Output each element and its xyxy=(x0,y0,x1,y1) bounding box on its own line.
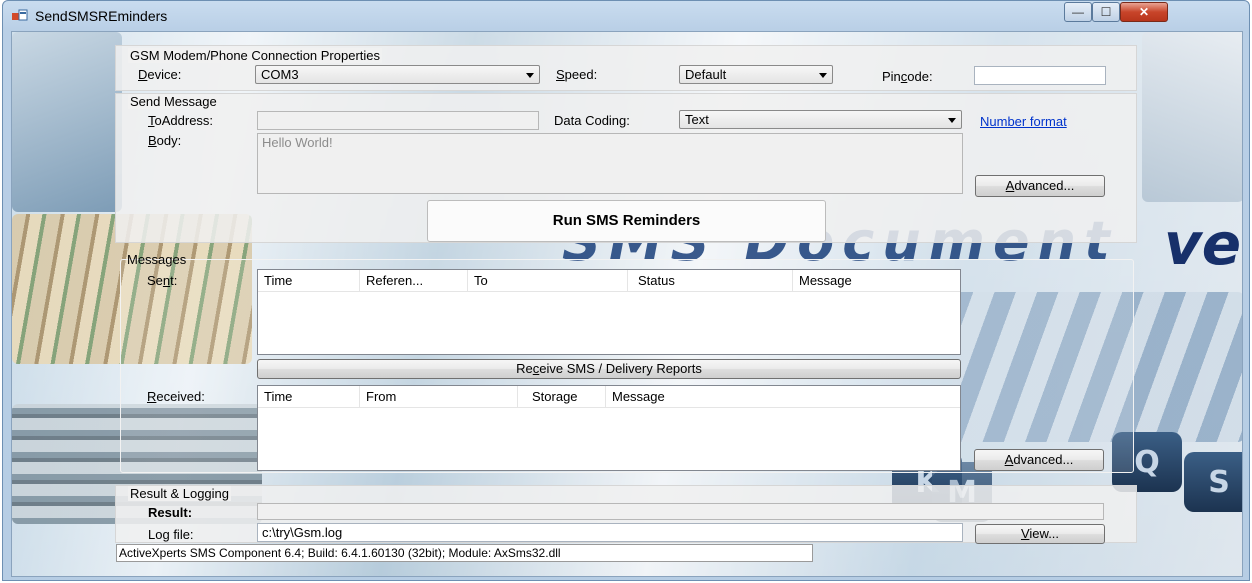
received-label: Received: xyxy=(147,389,205,404)
body-input[interactable]: Hello World! xyxy=(257,133,963,194)
received-col-from[interactable]: From xyxy=(360,386,518,408)
chevron-down-icon xyxy=(526,73,534,78)
to-address-input[interactable] xyxy=(257,111,539,130)
sent-list[interactable]: Time Referen... To Status Message xyxy=(257,269,961,355)
bg-key-s: S xyxy=(1184,452,1242,512)
logfile-label: Log file: xyxy=(148,527,194,542)
data-coding-select[interactable]: Text xyxy=(679,110,962,129)
sent-col-status[interactable]: Status xyxy=(628,270,793,292)
sent-col-reference[interactable]: Referen... xyxy=(360,270,468,292)
app-window: SendSMSREminders — ☐ ✕ SMS Document ve K… xyxy=(2,0,1250,581)
connection-group-label: GSM Modem/Phone Connection Properties xyxy=(128,48,383,63)
send-advanced-button[interactable]: Advanced... xyxy=(975,175,1105,197)
connection-panel: GSM Modem/Phone Connection Properties De… xyxy=(115,45,1137,91)
data-coding-label: Data Coding: xyxy=(554,113,630,128)
minimize-icon: — xyxy=(1072,5,1084,19)
device-value: COM3 xyxy=(261,67,299,82)
sent-label: Sent: xyxy=(147,273,178,288)
window-title: SendSMSREminders xyxy=(35,8,168,24)
run-sms-reminders-button[interactable]: Run SMS Reminders xyxy=(427,200,826,242)
speed-select[interactable]: Default xyxy=(679,65,833,84)
result-field xyxy=(257,503,1104,520)
send-group-label: Send Message xyxy=(128,94,219,109)
bg-left-top-image xyxy=(12,32,122,212)
title-bar[interactable]: SendSMSREminders — ☐ ✕ xyxy=(3,1,1249,31)
data-coding-value: Text xyxy=(685,112,709,127)
bg-right-image xyxy=(1142,32,1242,202)
sent-col-message[interactable]: Message xyxy=(793,270,960,292)
received-col-storage[interactable]: Storage xyxy=(518,386,606,408)
number-format-link[interactable]: Number format xyxy=(980,114,1067,129)
sent-col-time[interactable]: Time xyxy=(258,270,360,292)
app-icon xyxy=(12,9,28,21)
received-col-time[interactable]: Time xyxy=(258,386,360,408)
result-group-label: Result & Logging xyxy=(128,486,232,501)
device-select[interactable]: COM3 xyxy=(255,65,540,84)
sent-list-header: Time Referen... To Status Message xyxy=(258,270,960,292)
status-bar: ActiveXperts SMS Component 6.4; Build: 6… xyxy=(116,544,813,562)
to-address-label: ToAddress: xyxy=(148,113,214,128)
result-logging-panel: Result & Logging Result: Log file: c:\tr… xyxy=(115,485,1137,544)
close-icon: ✕ xyxy=(1138,5,1150,19)
view-log-button[interactable]: View... xyxy=(975,524,1105,544)
chevron-down-icon xyxy=(819,73,827,78)
device-label: Device: xyxy=(138,67,182,82)
receive-sms-button[interactable]: Receive SMS / Delivery Reports xyxy=(257,359,961,379)
result-label: Result: xyxy=(148,505,193,520)
received-list-header: Time From Storage Message xyxy=(258,386,960,408)
speed-label: Speed: xyxy=(556,67,598,82)
logfile-input[interactable]: c:\try\Gsm.log xyxy=(257,523,963,542)
messages-group-label: Messages xyxy=(127,252,187,267)
maximize-icon: ☐ xyxy=(1100,5,1112,19)
close-button[interactable]: ✕ xyxy=(1120,2,1168,22)
speed-value: Default xyxy=(685,67,727,82)
messages-advanced-button[interactable]: Advanced... xyxy=(974,449,1104,471)
bg-title-tail: ve xyxy=(1164,210,1242,278)
pincode-label: Pincode: xyxy=(882,69,933,84)
pincode-input[interactable] xyxy=(974,66,1106,85)
received-list[interactable]: Time From Storage Message xyxy=(257,385,961,471)
maximize-button[interactable]: ☐ xyxy=(1092,2,1120,22)
sent-col-to[interactable]: To xyxy=(468,270,628,292)
body-label: Body: xyxy=(148,133,182,148)
received-col-message[interactable]: Message xyxy=(606,386,960,408)
minimize-button[interactable]: — xyxy=(1064,2,1092,22)
chevron-down-icon xyxy=(948,118,956,123)
send-message-panel: Send Message ToAddress: Data Coding: Tex… xyxy=(115,93,1137,243)
